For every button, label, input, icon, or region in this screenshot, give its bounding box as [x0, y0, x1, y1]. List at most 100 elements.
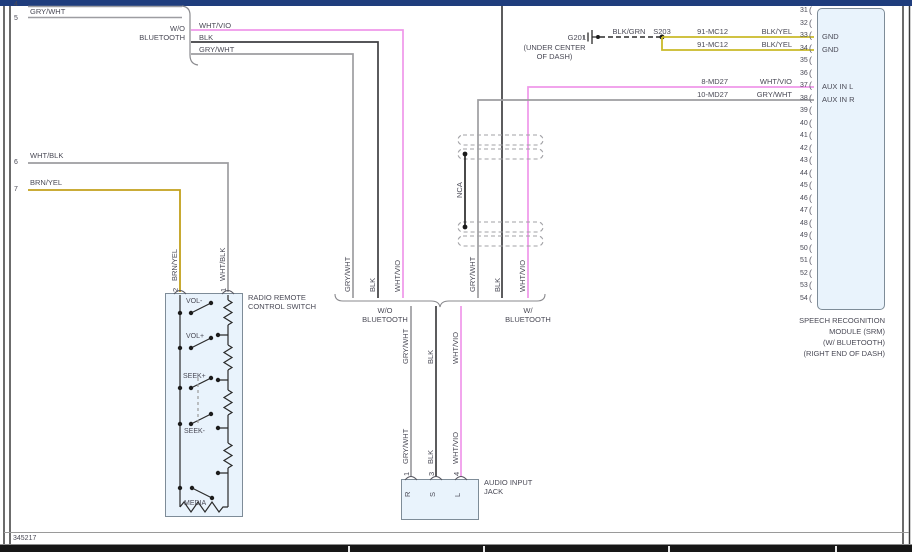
- module-pin-terminal-arc: (: [809, 257, 812, 265]
- module-pin-52: 52(: [781, 270, 812, 278]
- module-pin-number: 35: [800, 57, 808, 64]
- switch-title-line2: CONTROL SWITCH: [248, 303, 316, 311]
- splice-s203-label: S203: [645, 28, 679, 36]
- module-pin-terminal-arc: (: [809, 145, 812, 153]
- module-pin-32: 32(: [781, 20, 812, 28]
- module-pin-37: 37(: [781, 82, 812, 90]
- rot-jack-terminal-l: L: [453, 493, 462, 497]
- module-pin-terminal-arc: (: [809, 220, 812, 228]
- rot-right-blk: BLK: [493, 278, 502, 292]
- rot-jack-wire-blk: BLK: [426, 450, 435, 464]
- module-pin-number: 31: [800, 7, 808, 14]
- module-pin-terminal-arc: (: [809, 57, 812, 65]
- rot-jack-terminal-s: S: [428, 492, 437, 497]
- module-pin-number: 41: [800, 132, 808, 139]
- ground-name: G201: [556, 34, 586, 42]
- module-pin-terminal-arc: (: [809, 232, 812, 240]
- nca-dot-top: [463, 152, 468, 157]
- module-pin-number: 37: [800, 82, 808, 89]
- module-pin-function-33: GND: [822, 33, 839, 41]
- module-pin-terminal-arc: (: [809, 70, 812, 78]
- module-pin-51: 51(: [781, 257, 812, 265]
- module-pin-terminal-arc: (: [809, 245, 812, 253]
- wire-label-grywht-top: GRY/WHT: [199, 46, 234, 54]
- module-pin-40: 40(: [781, 120, 812, 128]
- wire-grywht-wo-bt: [191, 54, 353, 298]
- button-media: MEDIA: [184, 500, 206, 507]
- srm-name-line4: (RIGHT END OF DASH): [700, 350, 885, 358]
- module-pin-terminal-arc: (: [809, 270, 812, 278]
- module-pin-number: 49: [800, 232, 808, 239]
- pin7-number: 7: [14, 186, 18, 193]
- module-pin-number: 51: [800, 257, 808, 264]
- wire-brnyel-pin7: [28, 190, 180, 292]
- module-pin-number: 53: [800, 282, 808, 289]
- rot-switch-pin2: 2: [171, 288, 180, 292]
- module-pin-terminal-arc: (: [809, 32, 812, 40]
- module-pin-36: 36(: [781, 70, 812, 78]
- button-seek-minus: SEEK-: [184, 428, 205, 435]
- module-pin-54: 54(: [781, 295, 812, 303]
- module-pin-35: 35(: [781, 57, 812, 65]
- doc-number: 345217: [13, 535, 36, 542]
- jack-terminal-arcs: [405, 477, 467, 481]
- wo-bluetooth-top-line1: W/O: [130, 25, 185, 33]
- rot-left-blk: BLK: [368, 278, 377, 292]
- switch-contact-dots: [178, 301, 220, 500]
- srm-name-line2: MODULE (SRM): [700, 328, 885, 336]
- jack-label-line1: AUDIO INPUT: [484, 479, 532, 487]
- module-pin-number: 52: [800, 270, 808, 277]
- module-pin-number: 48: [800, 220, 808, 227]
- rot-merged-grywht-upper: GRY/WHT: [401, 328, 410, 364]
- rot-jack-pin3: 3: [427, 472, 436, 476]
- brace-w-line2: BLUETOOTH: [505, 316, 551, 324]
- module-pin-function-38: AUX IN R: [822, 96, 855, 104]
- module-pin-42: 42(: [781, 145, 812, 153]
- rot-jack-wire-whtvio: WHT/VIO: [451, 432, 460, 464]
- wire-label-whtvio-top: WHT/VIO: [199, 22, 231, 30]
- button-seek-plus: SEEK+: [183, 373, 206, 380]
- module-pin-53: 53(: [781, 282, 812, 290]
- module-pin-number: 54: [800, 295, 808, 302]
- module-pin-terminal-arc: (: [809, 107, 812, 115]
- module-pin-terminal-arc: (: [809, 20, 812, 28]
- circuit-8md27: 8-MD27: [686, 78, 728, 86]
- wire45-color-label: GRY/WHT: [30, 8, 65, 16]
- circuit-10md27: 10-MD27: [686, 91, 728, 99]
- rot-switch-pin1: 1: [219, 288, 228, 292]
- module-pin-41: 41(: [781, 132, 812, 140]
- rot-jack-pin1: 1: [402, 472, 411, 476]
- wire6-color-label: WHT/BLK: [30, 152, 63, 160]
- module-pin-number: 33: [800, 32, 808, 39]
- module-pin-function-37: AUX IN L: [822, 83, 853, 91]
- switch-title-line1: RADIO REMOTE: [248, 294, 306, 302]
- inline-connectors: [458, 135, 543, 246]
- module-pin-number: 44: [800, 170, 808, 177]
- module-pin-terminal-arc: (: [809, 95, 812, 103]
- srm-name-line1: SPEECH RECOGNITION: [700, 317, 885, 325]
- module-pin-terminal-arc: (: [809, 157, 812, 165]
- rot-label-brnyel: BRN/YEL: [170, 249, 179, 281]
- rot-nca-label: NCA: [455, 182, 464, 198]
- module-pin-number: 46: [800, 195, 808, 202]
- module-pin-39: 39(: [781, 107, 812, 115]
- right-frame-border: [903, 6, 910, 544]
- module-pin-number: 38: [800, 95, 808, 102]
- module-pin-terminal-arc: (: [809, 207, 812, 215]
- module-pin-46: 46(: [781, 195, 812, 203]
- jack-label-line2: JACK: [484, 488, 503, 496]
- rot-left-grywht: GRY/WHT: [343, 256, 352, 292]
- rot-jack-wire-grywht: GRY/WHT: [401, 428, 410, 464]
- module-pin-terminal-arc: (: [809, 195, 812, 203]
- nca-dot-bottom: [463, 225, 468, 230]
- module-pin-terminal-arc: (: [809, 82, 812, 90]
- module-pin-terminal-arc: (: [809, 182, 812, 190]
- module-pin-number: 40: [800, 120, 808, 127]
- rot-left-whtvio: WHT/VIO: [393, 260, 402, 292]
- module-pin-44: 44(: [781, 170, 812, 178]
- circuit-91mc12-b: 91-MC12: [686, 41, 728, 49]
- rot-label-whtblk: WHT/BLK: [218, 248, 227, 281]
- module-pin-33: 33(: [781, 32, 812, 40]
- circuit-91mc12-a: 91-MC12: [686, 28, 728, 36]
- ground-location-line1: (UNDER CENTER: [512, 44, 597, 52]
